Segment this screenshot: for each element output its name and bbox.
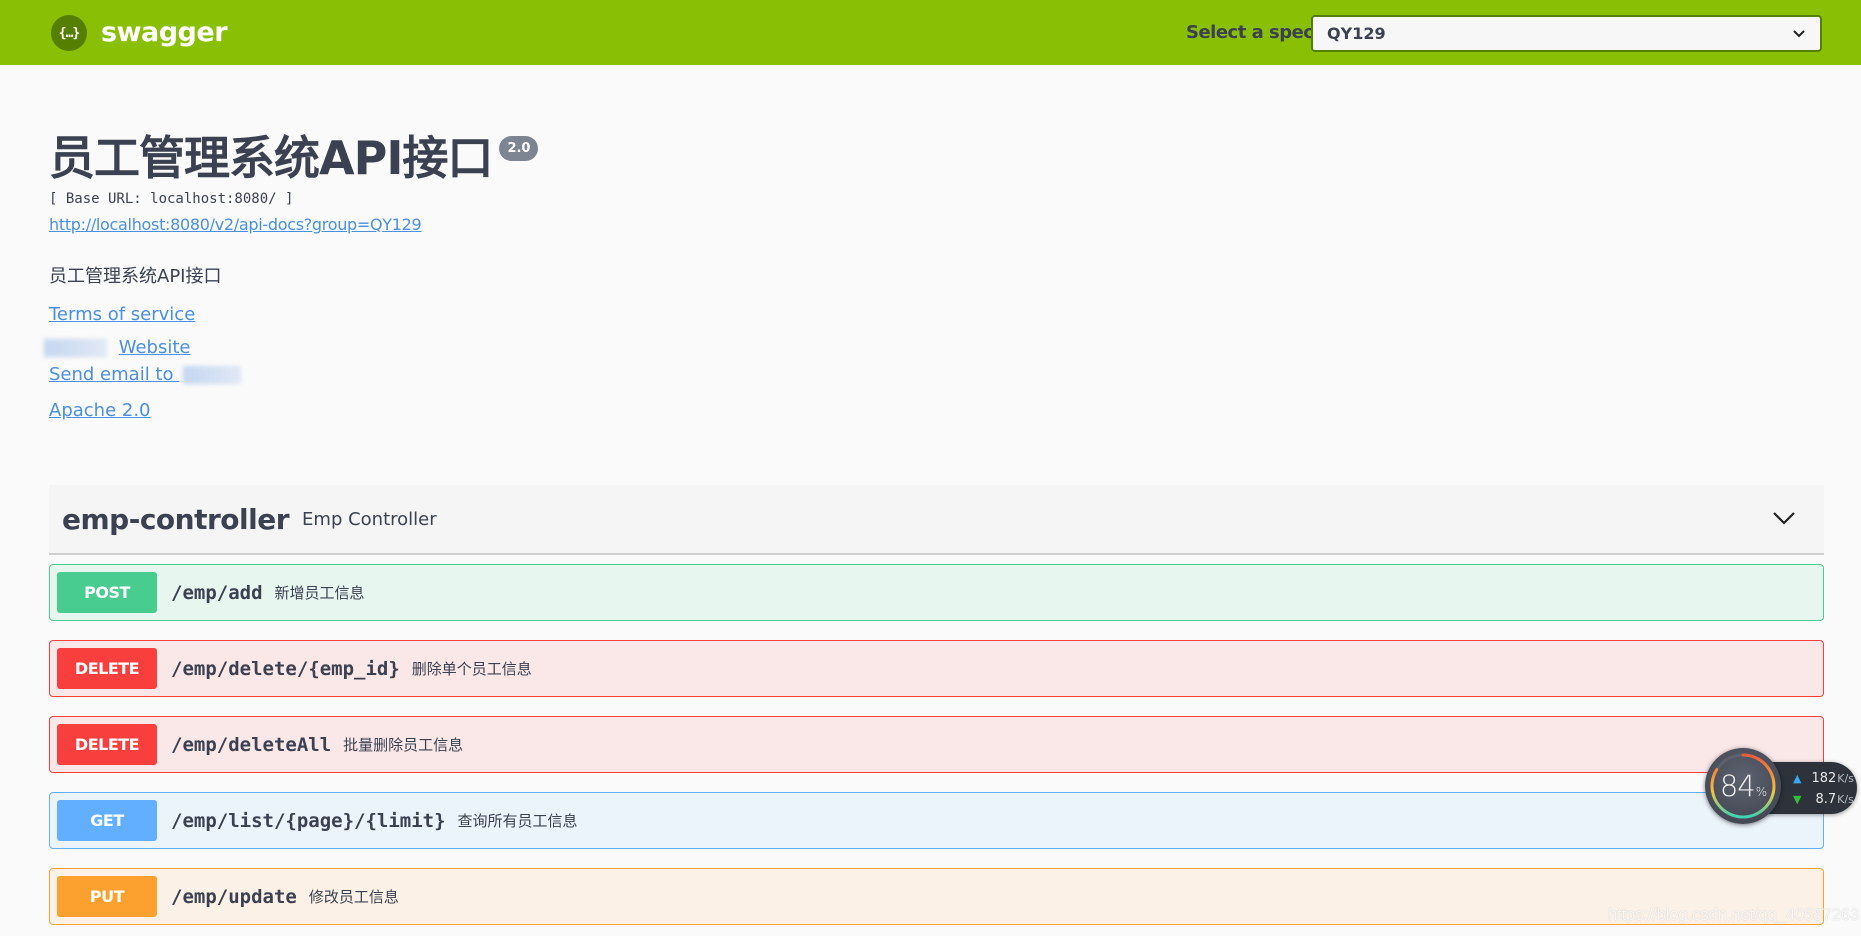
brand-name: swagger xyxy=(101,17,228,48)
api-docs-link[interactable]: http://localhost:8080/v2/api-docs?group=… xyxy=(49,215,422,234)
select-spec-label: Select a spec xyxy=(1186,22,1314,43)
operation-get-emp-list[interactable]: GET /emp/list/{page}/{limit} 查询所有员工信息 xyxy=(49,792,1824,849)
website-link[interactable]: Website xyxy=(119,337,191,358)
controller-section-header[interactable]: emp-controller Emp Controller xyxy=(49,485,1824,555)
method-badge: DELETE xyxy=(57,724,157,765)
method-badge: GET xyxy=(57,800,157,841)
license-link[interactable]: Apache 2.0 xyxy=(49,400,151,421)
method-badge: POST xyxy=(57,572,157,613)
upload-speed: ▲ 182 K/s xyxy=(1793,771,1854,786)
version-badge: 2.0 xyxy=(499,136,539,161)
method-badge: PUT xyxy=(57,876,157,917)
operation-summary: 新增员工信息 xyxy=(274,584,365,602)
upload-speed-value: 182 xyxy=(1811,771,1837,786)
download-speed: ▼ 8.7 K/s xyxy=(1793,792,1854,807)
download-speed-value: 8.7 xyxy=(1815,792,1837,807)
redacted-name xyxy=(44,339,107,357)
operation-summary: 查询所有员工信息 xyxy=(457,812,578,830)
operation-delete-all[interactable]: DELETE /emp/deleteAll 批量删除员工信息 xyxy=(49,716,1824,773)
method-badge: DELETE xyxy=(57,648,157,689)
operation-summary: 批量删除员工信息 xyxy=(343,736,464,754)
send-email-link-row[interactable]: Send email to xyxy=(49,364,242,385)
controller-description: Emp Controller xyxy=(302,508,437,530)
api-info: 员工管理系统API接口 2.0 xyxy=(49,128,539,188)
operation-post-emp-add[interactable]: POST /emp/add 新增员工信息 xyxy=(49,564,1824,621)
download-arrow-icon: ▼ xyxy=(1793,793,1802,806)
operation-delete-emp[interactable]: DELETE /emp/delete/{emp_id} 删除单个员工信息 xyxy=(49,640,1824,697)
usage-percent-unit: % xyxy=(1755,785,1767,799)
top-bar: {…} swagger Select a spec QY129 xyxy=(0,0,1861,65)
gauge-label: 84% xyxy=(1705,748,1781,824)
spec-selected-value: QY129 xyxy=(1327,24,1386,43)
redacted-email xyxy=(183,366,242,384)
operation-put-emp-update[interactable]: PUT /emp/update 修改员工信息 xyxy=(49,868,1824,925)
chevron-down-icon[interactable] xyxy=(1772,510,1796,526)
download-speed-unit: K/s xyxy=(1837,793,1854,806)
controller-name: emp-controller xyxy=(62,502,290,536)
operation-path: /emp/update xyxy=(171,885,297,908)
operation-path: /emp/list/{page}/{limit} xyxy=(171,809,446,832)
network-speed-widget[interactable]: ▲ 182 K/s ▼ 8.7 K/s 84% xyxy=(1705,748,1861,826)
operation-path: /emp/deleteAll xyxy=(171,733,332,756)
operation-summary: 删除单个员工信息 xyxy=(411,660,532,678)
chevron-down-icon xyxy=(1793,29,1805,37)
page-title: 员工管理系统API接口 xyxy=(49,131,493,185)
upload-arrow-icon: ▲ xyxy=(1793,772,1802,785)
terms-of-service-link[interactable]: Terms of service xyxy=(49,304,195,325)
website-link-row[interactable]: Website xyxy=(44,337,191,358)
swagger-logo-icon: {…} xyxy=(51,15,87,51)
swagger-logo[interactable]: {…} swagger xyxy=(51,15,228,51)
operation-summary: 修改员工信息 xyxy=(308,888,399,906)
send-email-link[interactable]: Send email to xyxy=(49,364,174,385)
spec-select-dropdown[interactable]: QY129 xyxy=(1311,15,1822,52)
upload-speed-unit: K/s xyxy=(1837,772,1854,785)
usage-percent-value: 84 xyxy=(1719,769,1756,803)
api-description: 员工管理系统API接口 xyxy=(49,266,222,287)
memory-usage-gauge[interactable]: 84% xyxy=(1705,748,1781,824)
operation-path: /emp/add xyxy=(171,581,263,604)
base-url: [ Base URL: localhost:8080/ ] xyxy=(49,191,294,207)
operation-path: /emp/delete/{emp_id} xyxy=(171,657,400,680)
watermark: https://blog.csdn.net/qq_40587263 xyxy=(1608,905,1859,924)
